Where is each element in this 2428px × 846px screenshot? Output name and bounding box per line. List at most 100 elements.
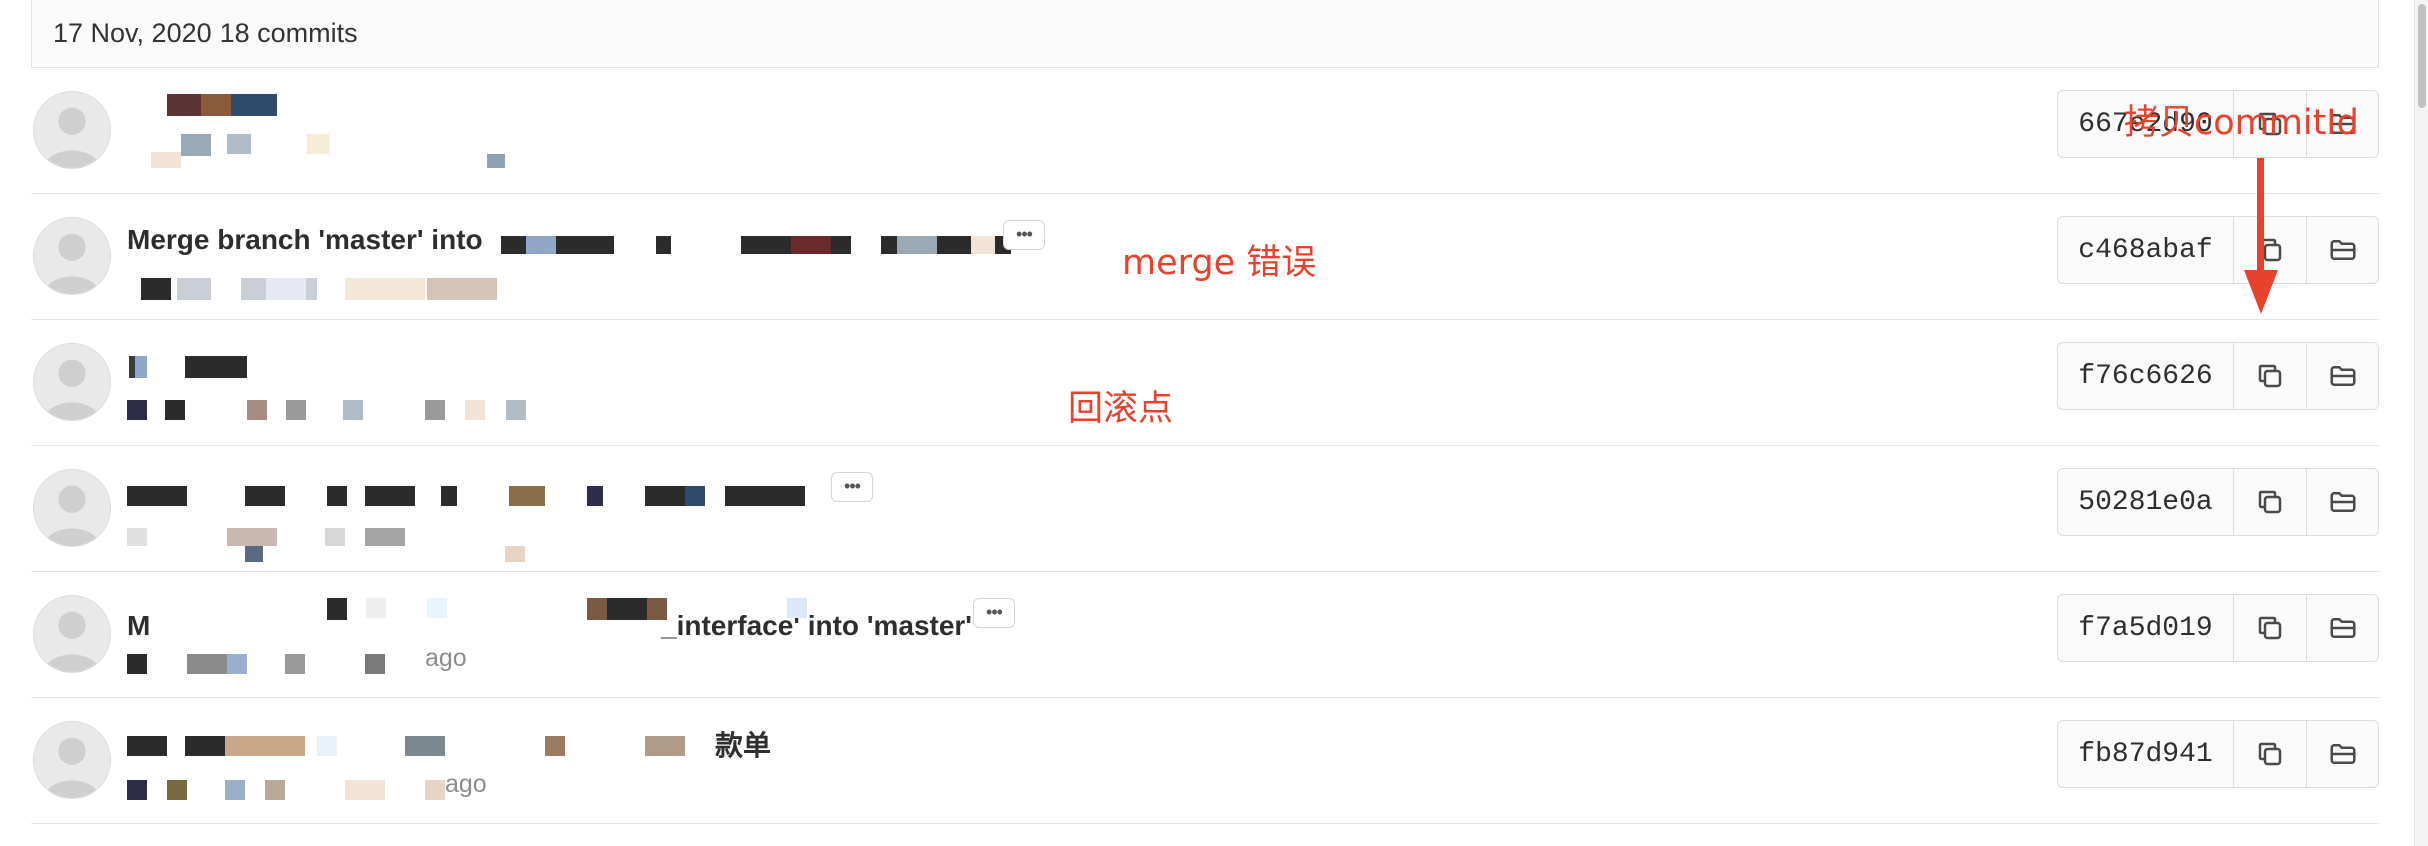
redacted-meta [365, 654, 385, 674]
redacted-meta [265, 780, 285, 800]
redacted-meta [487, 154, 505, 168]
browse-files-button[interactable] [2306, 721, 2378, 787]
redacted-title [647, 598, 667, 620]
commit-title-tail[interactable]: _interface' into 'master' [661, 610, 972, 642]
folder-open-icon [2330, 366, 2355, 386]
copy-icon [2258, 364, 2282, 388]
copy-sha-button[interactable] [2234, 469, 2306, 535]
redacted-meta [127, 780, 147, 800]
commit-title[interactable]: M [127, 610, 150, 642]
commit-row: M _interface' into 'master' ••• ago f7a5… [31, 572, 2379, 698]
redacted-meta [425, 780, 445, 800]
redacted-title [135, 356, 147, 378]
redacted-meta [245, 546, 263, 562]
redacted-title [327, 486, 347, 506]
commit-sha[interactable]: f7a5d019 [2058, 595, 2234, 661]
avatar[interactable] [33, 721, 111, 799]
copy-sha-button[interactable] [2234, 721, 2306, 787]
redacted-title [225, 736, 305, 756]
redacted-title [127, 736, 167, 756]
redacted-meta [365, 528, 405, 546]
folder-open-icon [2330, 618, 2355, 638]
redacted-meta [227, 134, 251, 154]
redacted-meta [343, 400, 363, 420]
copy-icon [2258, 742, 2282, 766]
commit-sha-group: 50281e0a [2057, 468, 2379, 536]
commit-sha[interactable]: 50281e0a [2058, 469, 2234, 535]
commit-meta: ago [425, 644, 467, 672]
scrollbar-thumb[interactable] [2418, 4, 2426, 108]
avatar[interactable] [33, 217, 111, 295]
redacted-meta [505, 546, 525, 562]
avatar[interactable] [33, 595, 111, 673]
redacted-meta [127, 400, 147, 420]
commit-list: 667e2d90 Merge branch 'master' into ••• … [31, 68, 2379, 824]
annotation-merge-error: merge 错误 [1122, 243, 1317, 283]
copy-sha-button[interactable] [2234, 595, 2306, 661]
redacted-meta [211, 278, 241, 300]
folder-open-icon [2330, 744, 2355, 764]
redacted-title [365, 486, 415, 506]
commit-title-tail[interactable]: 款单 [715, 724, 771, 764]
expand-message-button[interactable]: ••• [831, 472, 873, 502]
browse-files-button[interactable] [2306, 343, 2378, 409]
redacted-meta [127, 528, 147, 546]
redacted-title [185, 356, 247, 378]
commit-sha-group: f7a5d019 [2057, 594, 2379, 662]
day-commit-count: 18 commits [219, 18, 358, 48]
redacted-meta [266, 278, 306, 300]
expand-message-button[interactable]: ••• [973, 598, 1015, 628]
commits-page: 17 Nov, 2020 18 commits 667e2d90 Merge b… [0, 0, 2428, 846]
redacted-title [725, 486, 805, 506]
redacted-title [787, 598, 807, 618]
redacted-meta [165, 400, 185, 420]
redacted-title [587, 598, 607, 620]
browse-files-button[interactable] [2306, 217, 2378, 283]
redacted-meta [285, 654, 305, 674]
expand-message-button[interactable]: ••• [1003, 220, 1045, 250]
redacted-meta [427, 278, 497, 300]
annotation-copy-commit-id: 拷贝commitId [2124, 103, 2359, 143]
copy-sha-button[interactable] [2234, 343, 2306, 409]
redacted-title [545, 736, 565, 756]
commit-sha[interactable]: f76c6626 [2058, 343, 2234, 409]
browse-files-button[interactable] [2306, 469, 2378, 535]
redacted-meta [345, 278, 425, 300]
commit-meta: ago [445, 770, 487, 798]
redacted-meta [141, 278, 171, 300]
day-date: 17 Nov, 2020 [53, 18, 212, 48]
redacted-meta [127, 654, 147, 674]
annotation-rollback-point: 回滚点 [1068, 389, 1174, 429]
commit-row: 667e2d90 [31, 68, 2379, 194]
redacted-title [327, 598, 347, 620]
avatar[interactable] [33, 91, 111, 169]
redacted-title [791, 236, 831, 254]
redacted-meta [345, 780, 385, 800]
commit-sha[interactable]: fb87d941 [2058, 721, 2234, 787]
vertical-scrollbar[interactable] [2414, 0, 2428, 846]
redacted-title [127, 486, 187, 506]
redacted-title [441, 486, 457, 506]
commit-title[interactable]: Merge branch 'master' into [127, 224, 483, 256]
folder-open-icon [2330, 240, 2355, 260]
redacted-meta [227, 528, 277, 546]
redacted-title [587, 486, 603, 506]
redacted-title [671, 236, 741, 254]
redacted-title [231, 94, 277, 116]
redacted-title [685, 486, 705, 506]
redacted-title [317, 736, 337, 756]
folder-open-icon [2330, 492, 2355, 512]
copy-icon [2258, 616, 2282, 640]
avatar[interactable] [33, 343, 111, 421]
redacted-meta [151, 152, 181, 168]
redacted-title [405, 736, 445, 756]
commit-sha[interactable]: c468abaf [2058, 217, 2234, 283]
redacted-title [851, 236, 881, 254]
copy-icon [2258, 490, 2282, 514]
redacted-meta [167, 780, 187, 800]
redacted-meta [425, 400, 445, 420]
browse-files-button[interactable] [2306, 595, 2378, 661]
redacted-title [614, 236, 656, 254]
avatar[interactable] [33, 469, 111, 547]
redacted-title [509, 486, 545, 506]
